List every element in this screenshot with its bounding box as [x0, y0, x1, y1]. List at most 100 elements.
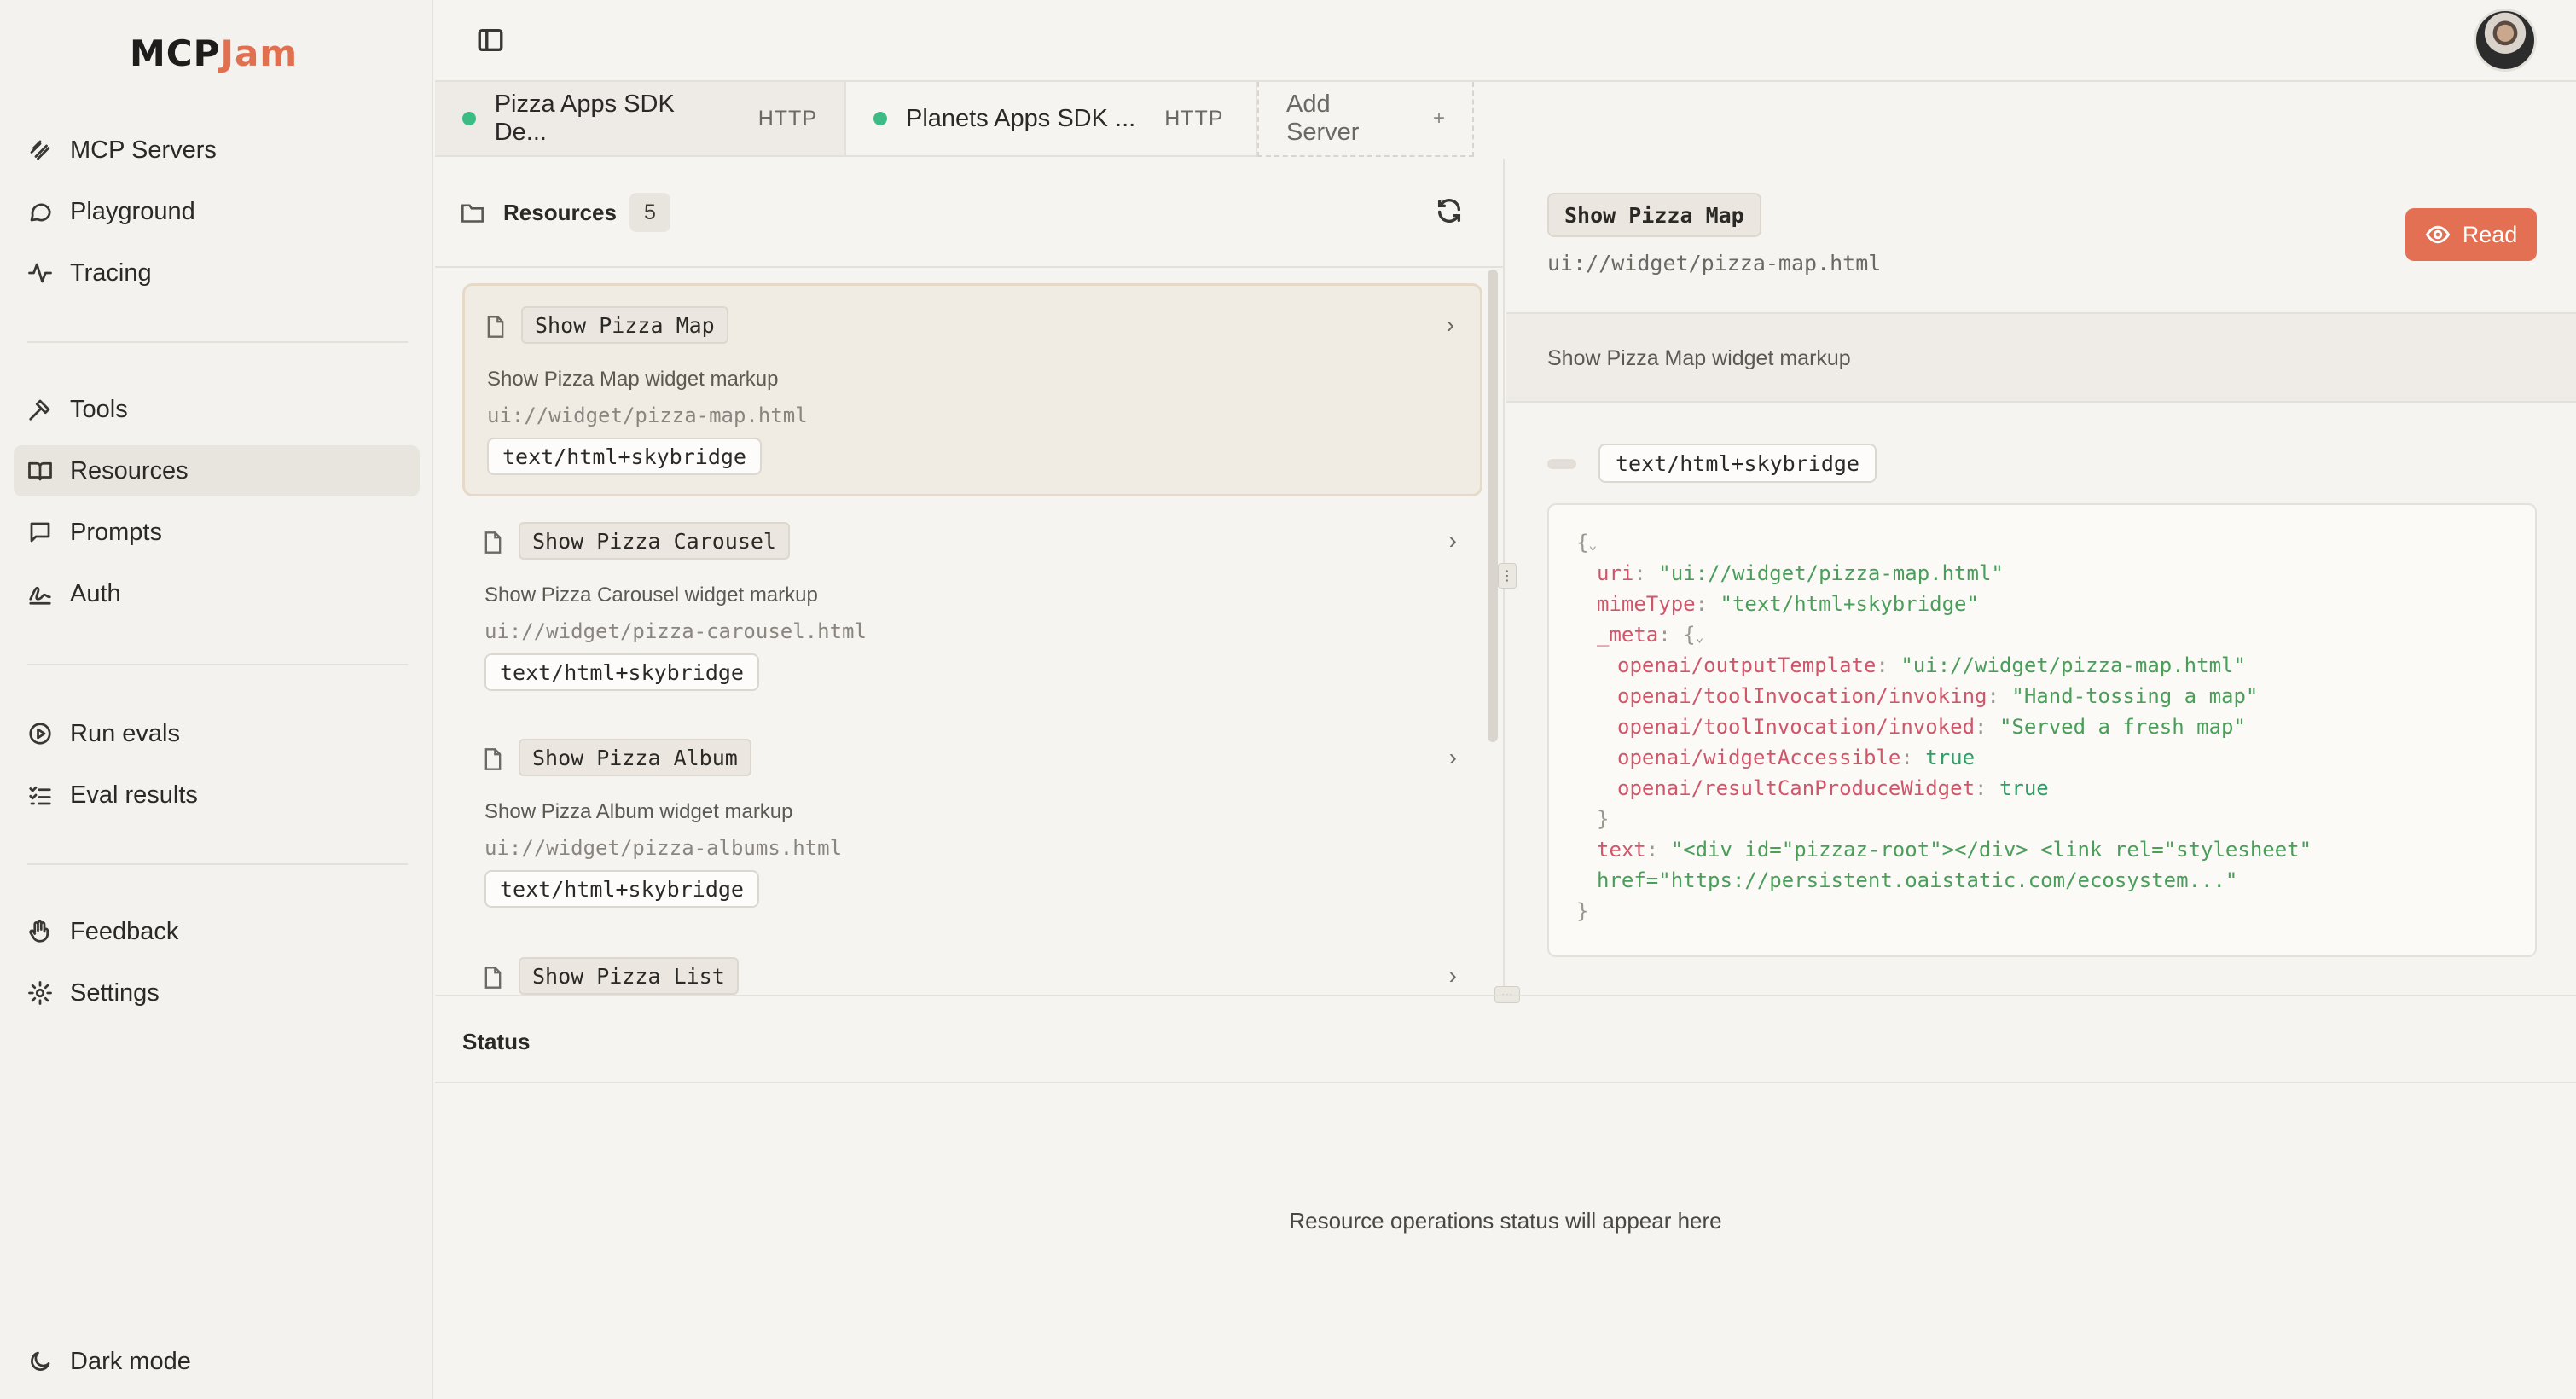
json-line: _meta: {⌄ — [1597, 623, 1704, 647]
sidebar-item-prompts[interactable]: Prompts — [14, 507, 420, 558]
file-icon — [483, 966, 503, 994]
json-line: openai/resultCanProduceWidget: true — [1617, 776, 2049, 800]
sidebar-item-label: Feedback — [70, 917, 179, 945]
moon-icon — [26, 1347, 55, 1376]
status-title: Status — [462, 1029, 531, 1054]
resources-scrollbar[interactable] — [1488, 270, 1498, 742]
chevron-right-icon: › — [1448, 962, 1457, 989]
resource-item-pizza-list[interactable]: Show Pizza List › — [462, 937, 1482, 995]
sidebar-item-tracing[interactable]: Tracing — [14, 247, 420, 299]
plus-icon: + — [1432, 107, 1445, 130]
detail-description-bar: Show Pizza Map widget markup — [1506, 312, 2576, 403]
collapse-pill[interactable] — [1547, 459, 1576, 469]
connected-status-dot — [873, 112, 887, 125]
sidebar-item-auth[interactable]: Auth — [14, 568, 420, 619]
file-icon — [483, 531, 503, 559]
sidebar-item-tools[interactable]: Tools — [14, 384, 420, 435]
resources-panel: Resources 5 Show Pizza Map › Show Pizza … — [435, 159, 1505, 995]
resource-name: Show Pizza List — [519, 957, 739, 995]
sidebar-item-run-evals[interactable]: Run evals — [14, 708, 420, 759]
sidebar: MCPJam MCP Servers Playground Tracing To… — [0, 0, 433, 1399]
sidebar-item-resources[interactable]: Resources — [14, 445, 420, 496]
server-tab-name: Pizza Apps SDK De... — [494, 90, 675, 146]
detail-description: Show Pizza Map widget markup — [1547, 346, 1851, 370]
server-tab-pizza[interactable]: Pizza Apps SDK De... HTTP — [435, 82, 846, 157]
resources-count-badge: 5 — [629, 193, 670, 232]
resource-description: Show Pizza Map widget markup — [487, 368, 779, 391]
detail-title: Show Pizza Map — [1547, 193, 1761, 237]
chevron-right-icon: › — [1448, 744, 1457, 770]
sidebar-item-label: Settings — [70, 978, 160, 1007]
resource-name: Show Pizza Map — [521, 306, 728, 344]
resource-item-pizza-carousel[interactable]: Show Pizza Carousel › Show Pizza Carouse… — [462, 502, 1482, 715]
activity-icon — [26, 258, 55, 287]
eye-icon — [2425, 225, 2450, 244]
server-tab-protocol: HTTP — [1164, 106, 1224, 131]
resource-description: Show Pizza Carousel widget markup — [484, 583, 818, 607]
json-line: uri: "ui://widget/pizza-map.html" — [1597, 561, 2004, 585]
sidebar-item-settings[interactable]: Settings — [14, 967, 420, 1019]
message-square-icon — [26, 518, 55, 547]
resource-item-pizza-map[interactable]: Show Pizza Map › Show Pizza Map widget m… — [462, 283, 1482, 496]
resource-uri: ui://widget/pizza-carousel.html — [484, 619, 867, 643]
json-line: } — [1576, 899, 1589, 923]
json-line: openai/outputTemplate: "ui://widget/pizz… — [1617, 653, 2246, 677]
server-tab-planets[interactable]: Planets Apps SDK ... HTTP — [846, 82, 1257, 157]
resource-item-pizza-album[interactable]: Show Pizza Album › Show Pizza Album widg… — [462, 718, 1482, 932]
add-server-button[interactable]: Add Server + — [1257, 82, 1474, 157]
avatar[interactable] — [2474, 9, 2537, 72]
app-logo[interactable]: MCPJam — [130, 32, 298, 74]
gear-icon — [26, 978, 55, 1007]
dark-mode-toggle[interactable]: Dark mode — [14, 1336, 420, 1387]
server-tab-name: Planets Apps SDK ... — [906, 104, 1136, 132]
read-button-label: Read — [2462, 221, 2518, 247]
sidebar-item-eval-results[interactable]: Eval results — [14, 769, 420, 821]
resource-uri: ui://widget/pizza-map.html — [487, 403, 808, 427]
resource-description: Show Pizza Album widget markup — [484, 800, 793, 823]
server-tabs: Pizza Apps SDK De... HTTP Planets Apps S… — [435, 82, 1474, 157]
resources-list: Show Pizza Map › Show Pizza Map widget m… — [435, 270, 1489, 995]
signature-icon — [26, 579, 55, 608]
json-line: href="https://persistent.oaistatic.com/e… — [1597, 868, 2238, 892]
list-checks-icon — [26, 781, 55, 810]
json-line: {⌄ — [1576, 531, 1598, 554]
sidebar-item-mcp-servers[interactable]: MCP Servers — [14, 125, 420, 176]
chevron-right-icon: › — [1446, 311, 1454, 338]
connected-status-dot — [462, 112, 476, 125]
status-message: Resource operations status will appear h… — [1289, 1208, 1722, 1234]
json-line: text: "<div id="pizzaz-root"></div> <lin… — [1597, 838, 2312, 862]
sidebar-item-playground[interactable]: Playground — [14, 186, 420, 237]
resource-detail-panel: Show Pizza Map ui://widget/pizza-map.htm… — [1506, 159, 2576, 995]
resource-mime-badge: text/html+skybridge — [484, 870, 759, 908]
resources-title: Resources — [503, 200, 617, 225]
read-button[interactable]: Read — [2405, 208, 2537, 261]
sidebar-divider — [27, 863, 408, 865]
refresh-icon — [1437, 199, 1461, 223]
resource-name: Show Pizza Carousel — [519, 522, 790, 560]
sidebar-item-label: Resources — [70, 456, 189, 485]
chevron-right-icon: › — [1448, 527, 1457, 554]
play-circle-icon — [26, 719, 55, 748]
file-icon — [483, 747, 503, 775]
json-line: openai/widgetAccessible: true — [1617, 746, 1976, 769]
chat-bubble-icon — [26, 197, 55, 226]
json-viewer: {⌄ uri: "ui://widget/pizza-map.html" mim… — [1547, 503, 2537, 957]
json-line: mimeType: "text/html+skybridge" — [1597, 592, 1979, 616]
resources-header: Resources 5 — [435, 159, 1503, 268]
dark-mode-label: Dark mode — [70, 1347, 191, 1375]
sidebar-item-label: Tracing — [70, 258, 152, 287]
sidebar-divider — [27, 664, 408, 665]
detail-uri: ui://widget/pizza-map.html — [1547, 251, 1882, 276]
add-server-label: Add Server — [1286, 90, 1360, 146]
sidebar-toggle-button[interactable] — [476, 26, 507, 56]
resource-uri: ui://widget/pizza-albums.html — [484, 836, 843, 860]
sidebar-toggle-icon — [478, 28, 503, 52]
sidebar-item-label: Playground — [70, 197, 195, 225]
sidebar-item-feedback[interactable]: Feedback — [14, 906, 420, 957]
server-tab-protocol: HTTP — [757, 106, 817, 131]
detail-mime-badge: text/html+skybridge — [1598, 444, 1877, 483]
sidebar-item-label: MCP Servers — [70, 136, 217, 164]
top-bar — [435, 0, 2576, 82]
refresh-button[interactable] — [1435, 196, 1464, 229]
file-icon — [485, 315, 506, 343]
